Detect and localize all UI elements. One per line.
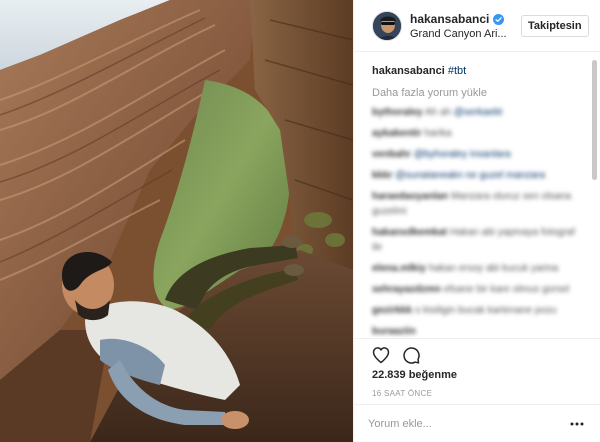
comment-username[interactable]: buraaziin (372, 326, 416, 337)
comment-item: elena.mlkiy hakan ersoy abi kucuk yarina (372, 261, 587, 276)
post-photo[interactable] (0, 0, 353, 442)
comment-text: efsane bir kare olmus gorsel (443, 284, 570, 295)
add-comment-bar (354, 404, 600, 442)
post-actions (354, 338, 600, 370)
comment-username[interactable]: sehrayazdzmn (372, 284, 441, 295)
comment-item: sehrayazdzmn efsane bir kare olmus gorse… (372, 282, 587, 297)
comments-section: hakansabanci #tbt Daha fazla yorum yükle… (354, 52, 600, 338)
comment-item: gezirkkk o kisiligin bucak kartenane poz… (372, 303, 587, 318)
comment-mention[interactable]: @serkaebt (454, 107, 503, 118)
comment-text: o kisiligin bucak kartenane pozu (414, 305, 557, 316)
comment-item: bythoraley Ah ah @serkaebt (372, 105, 587, 120)
avatar-image (373, 12, 401, 40)
comment-bubble-icon[interactable] (401, 345, 421, 365)
following-button[interactable]: Takiptesin (521, 15, 589, 37)
comment-item: aykakentir harika (372, 126, 587, 141)
location-link[interactable]: Grand Canyon Ari... (410, 28, 507, 40)
likes-count[interactable]: 22.839 beğenme (372, 369, 457, 381)
canyon-photo-illustration (0, 0, 353, 442)
username-row: hakansabanci (410, 12, 505, 26)
caption-hashtag[interactable]: #tbt (448, 65, 466, 77)
avatar[interactable] (372, 11, 402, 41)
heart-icon[interactable] (371, 345, 391, 365)
caption-username[interactable]: hakansabanci (372, 65, 445, 77)
comment-item: buraaziin (372, 324, 587, 338)
comment-username[interactable]: kkkr (372, 170, 393, 181)
comment-text: Ah ah (424, 107, 451, 118)
comment-username[interactable]: elena.mlkiy (372, 263, 426, 274)
comment-item: haraedaoyanlan Manzara oluruz sen olsana… (372, 189, 587, 219)
load-more-comments-link[interactable]: Daha fazla yorum yükle (372, 87, 587, 99)
comment-item: venbahr @byhoraley insanlara (372, 147, 587, 162)
comment-mention[interactable]: @byhoraley insanlara (414, 149, 511, 160)
comment-text: harika (424, 128, 452, 139)
comment-username[interactable]: venbahr (372, 149, 411, 160)
more-options-icon[interactable] (570, 422, 584, 426)
comment-username[interactable]: gezirkkk (372, 305, 412, 316)
comment-username[interactable]: haraedaoyanlan (372, 191, 448, 202)
comment-username[interactable]: bythoraley (372, 107, 423, 118)
comment-input[interactable] (368, 413, 558, 435)
post-timestamp[interactable]: 16 SAAT ÖNCE (372, 389, 432, 398)
comment-item: kkkr @sunataneakn ne guzel manzara (372, 168, 587, 183)
comment-item: hakanxdkemkat Hakan abi yapmaya fotograf… (372, 225, 587, 255)
caption: hakansabanci #tbt (372, 64, 587, 79)
username[interactable]: hakansabanci (410, 12, 489, 26)
post-header: hakansabanci Grand Canyon Ari... Takipte… (354, 0, 600, 52)
verified-badge-icon (493, 13, 505, 25)
comments-scrollbar[interactable] (592, 60, 597, 180)
comment-text: hakan ersoy abi kucuk yarina (428, 263, 559, 274)
post-side-panel: hakansabanci Grand Canyon Ari... Takipte… (353, 0, 600, 442)
comment-mention[interactable]: @sunataneakn ne guzel manzara (395, 170, 545, 181)
comment-username[interactable]: hakanxdkemkat (372, 227, 447, 238)
comment-username[interactable]: aykakentir (372, 128, 421, 139)
